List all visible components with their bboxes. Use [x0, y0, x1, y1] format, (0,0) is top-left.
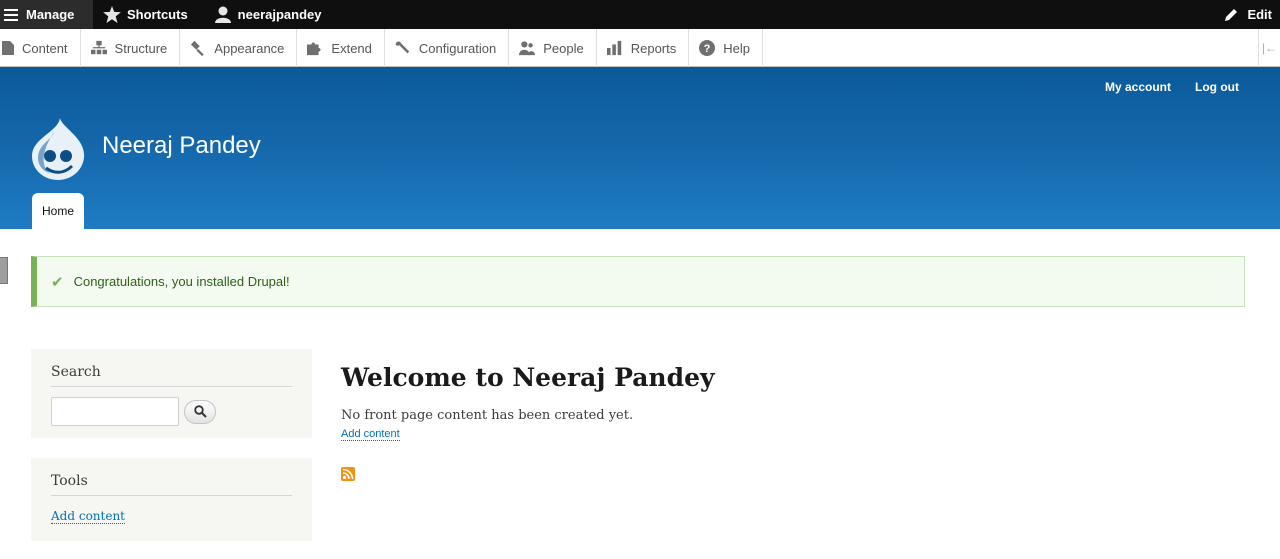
sitemap-icon — [90, 40, 107, 56]
question-icon: ? — [699, 40, 716, 56]
search-form — [51, 397, 292, 426]
tray-label: Help — [723, 40, 750, 56]
drupal-logo[interactable] — [30, 118, 86, 180]
tray-label: Configuration — [418, 40, 497, 56]
puzzle-icon — [307, 40, 323, 56]
search-block-title: Search — [51, 349, 292, 387]
tray-label: Reports — [630, 40, 677, 56]
log-out-link[interactable]: Log out — [1195, 80, 1239, 94]
tray-label: Appearance — [214, 40, 285, 56]
tray-collapse-button[interactable]: |← — [1258, 29, 1280, 67]
people-icon — [519, 40, 536, 56]
tray-item-people[interactable]: People — [509, 29, 597, 67]
tray-item-structure[interactable]: Structure — [81, 29, 181, 67]
tray-item-reports[interactable]: Reports — [597, 29, 690, 67]
site-name[interactable]: Neeraj Pandey — [102, 132, 261, 160]
shortcuts-button[interactable]: Shortcuts — [93, 0, 198, 29]
user-icon — [212, 6, 234, 23]
manage-button[interactable]: Manage — [0, 0, 93, 29]
file-icon — [0, 40, 16, 56]
tools-add-content-link[interactable]: Add content — [51, 509, 125, 524]
tab-home[interactable]: Home — [32, 193, 84, 229]
admin-toolbar: Manage Shortcuts neerajpandey Edit — [0, 0, 1280, 29]
manage-label: Manage — [26, 7, 75, 22]
search-button[interactable] — [184, 399, 216, 424]
my-account-link[interactable]: My account — [1105, 80, 1171, 94]
tray-item-configuration[interactable]: Configuration — [385, 29, 510, 67]
wrench-icon — [395, 40, 411, 56]
search-block: Search — [31, 349, 312, 438]
check-icon: ✔ — [51, 273, 64, 291]
edge-tab[interactable] — [0, 257, 8, 284]
user-button[interactable]: neerajpandey — [198, 0, 332, 29]
tray-label: Extend — [331, 40, 372, 56]
edit-label: Edit — [1247, 7, 1272, 22]
user-label: neerajpandey — [237, 7, 322, 22]
search-input[interactable] — [51, 397, 179, 426]
tools-block-title: Tools — [51, 458, 292, 496]
pencil-icon — [1223, 7, 1239, 23]
tray-item-appearance[interactable]: Appearance — [180, 29, 298, 67]
front-page-message: No front page content has been created y… — [341, 408, 634, 423]
tray-label: Structure — [114, 40, 168, 56]
rss-feed-icon[interactable] — [341, 467, 355, 481]
bar-chart-icon — [606, 40, 623, 56]
search-icon — [193, 405, 207, 418]
tray-label: People — [543, 40, 584, 56]
site-header: My account Log out Neeraj Pandey Home — [0, 67, 1280, 229]
tools-block: Tools Add content — [31, 458, 312, 541]
tray-label: Content — [22, 40, 68, 56]
account-menu: My account Log out — [1105, 80, 1239, 94]
tray-item-help[interactable]: ? Help — [689, 29, 763, 67]
svg-text:?: ? — [704, 43, 711, 55]
tray-item-content[interactable]: Content — [0, 29, 81, 67]
tray-item-extend[interactable]: Extend — [297, 29, 385, 67]
edit-button[interactable]: Edit — [1223, 0, 1272, 29]
status-message-text: Congratulations, you installed Drupal! — [73, 274, 290, 289]
menu-icon — [0, 8, 22, 21]
paintbrush-icon — [190, 40, 206, 56]
star-icon — [101, 6, 123, 23]
page-title: Welcome to Neeraj Pandey — [341, 363, 715, 392]
collapse-arrow-icon: |← — [1261, 41, 1278, 55]
shortcuts-label: Shortcuts — [127, 7, 188, 22]
status-message: ✔ Congratulations, you installed Drupal! — [31, 256, 1245, 307]
add-content-link[interactable]: Add content — [341, 428, 400, 441]
admin-tray: Content Structure Appearance Extend Conf… — [0, 29, 1280, 67]
